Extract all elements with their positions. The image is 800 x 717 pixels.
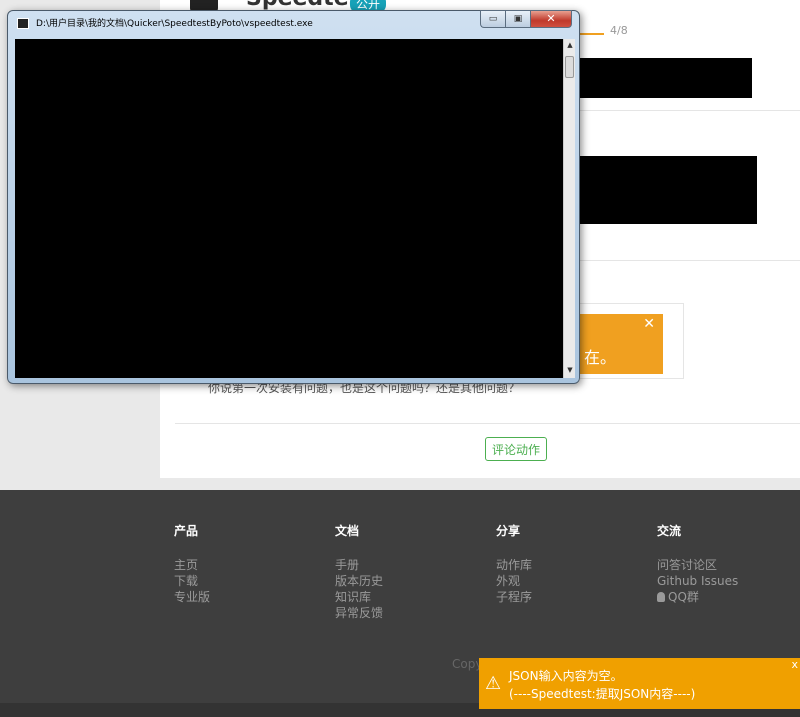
- redacted-block: [570, 156, 757, 224]
- footer-link[interactable]: 主页: [174, 557, 210, 573]
- scroll-up-arrow[interactable]: ▲: [565, 41, 575, 51]
- footer-link[interactable]: 子程序: [496, 589, 532, 605]
- toast-message: JSON输入内容为空。: [509, 669, 623, 683]
- maximize-button[interactable]: ▣: [505, 10, 530, 28]
- console-app-icon[interactable]: [17, 18, 29, 29]
- close-button[interactable]: ✕: [530, 10, 572, 28]
- popup-text: 在。: [584, 348, 617, 367]
- vertical-scrollbar[interactable]: ▲ ▼: [563, 39, 575, 378]
- footer-col-community: 交流 问答讨论区 Github Issues QQ群: [657, 522, 738, 605]
- footer-link[interactable]: 问答讨论区: [657, 557, 738, 573]
- footer-link-label: QQ群: [668, 590, 699, 604]
- footer-col-title: 文档: [335, 524, 360, 538]
- close-icon[interactable]: x: [791, 658, 798, 671]
- console-window[interactable]: D:\用户目录\我的文档\Quicker\SpeedtestByPoto\vsp…: [7, 10, 580, 384]
- console-output[interactable]: [15, 39, 563, 378]
- footer-col-share: 分享 动作库 外观 子程序: [496, 522, 532, 605]
- footer-link[interactable]: 知识库: [335, 589, 383, 605]
- footer-link[interactable]: 版本历史: [335, 573, 383, 589]
- divider: [175, 423, 800, 424]
- toast-detail: (----Speedtest:提取JSON内容----): [509, 687, 696, 701]
- window-title: D:\用户目录\我的文档\Quicker\SpeedtestByPoto\vsp…: [36, 19, 313, 29]
- footer-link[interactable]: 异常反馈: [335, 605, 383, 621]
- window-controls: ▭ ▣ ✕: [480, 10, 572, 29]
- footer-link[interactable]: 外观: [496, 573, 532, 589]
- footer-link[interactable]: 动作库: [496, 557, 532, 573]
- footer-col-product: 产品 主页 下载 专业版: [174, 522, 210, 605]
- close-icon[interactable]: ✕: [643, 316, 655, 332]
- error-toast[interactable]: ⚠ JSON输入内容为空。 (----Speedtest:提取JSON内容---…: [479, 658, 800, 709]
- footer-link[interactable]: 下载: [174, 573, 210, 589]
- progress-text: 4/8: [610, 24, 628, 37]
- footer-col-title: 产品: [174, 524, 199, 538]
- comment-action-button[interactable]: 评论动作: [485, 437, 547, 461]
- footer-link-qq[interactable]: QQ群: [657, 589, 738, 605]
- scroll-down-arrow[interactable]: ▼: [565, 366, 575, 376]
- minimize-button[interactable]: ▭: [480, 10, 505, 28]
- warning-icon: ⚠: [485, 673, 502, 694]
- footer-link[interactable]: Github Issues: [657, 573, 738, 589]
- divider: [570, 110, 800, 111]
- footer-col-title: 分享: [496, 524, 521, 538]
- copyright-text: Copy: [452, 657, 483, 671]
- footer-col-title: 交流: [657, 524, 682, 538]
- qq-icon: [657, 592, 665, 602]
- footer-link[interactable]: 专业版: [174, 589, 210, 605]
- footer-link[interactable]: 手册: [335, 557, 383, 573]
- redacted-block: [570, 58, 752, 98]
- divider: [570, 260, 800, 261]
- footer-col-docs: 文档 手册 版本历史 知识库 异常反馈: [335, 522, 383, 621]
- scroll-thumb[interactable]: [565, 56, 574, 78]
